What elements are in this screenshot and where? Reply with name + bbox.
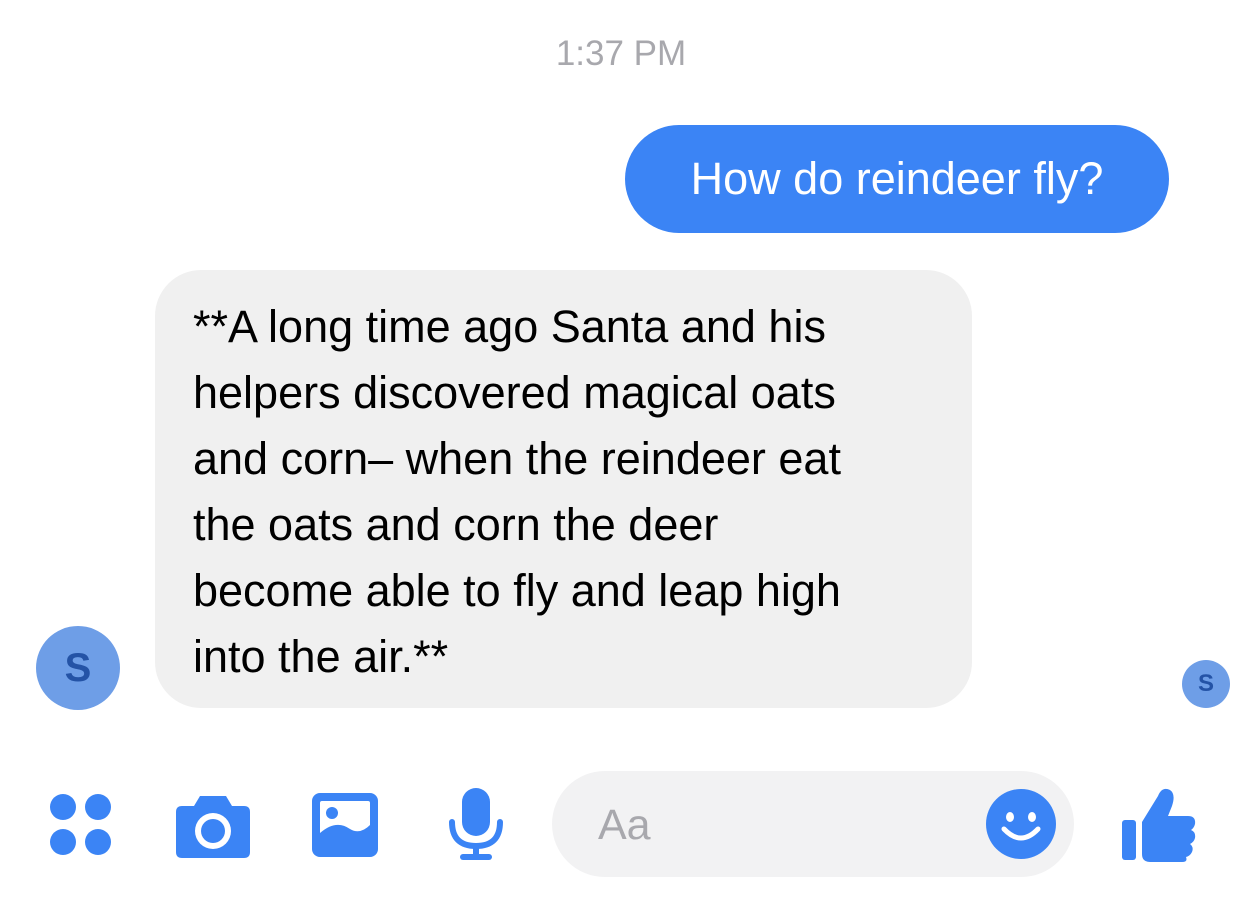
read-receipt-avatar: S	[1182, 660, 1230, 708]
message-line: into the air.**	[193, 631, 449, 682]
more-apps-icon[interactable]	[46, 790, 116, 860]
message-line: **A long time ago Santa and his	[193, 301, 826, 352]
microphone-icon[interactable]	[446, 786, 506, 862]
message-composer	[552, 771, 1074, 877]
message-timestamp: 1:37 PM	[555, 34, 687, 73]
message-line: become able to fly and leap high	[193, 565, 841, 616]
contact-avatar[interactable]: S	[36, 626, 120, 710]
received-message-bubble[interactable]: **A long time ago Santa and his helpers …	[155, 270, 972, 708]
sent-message-bubble[interactable]: How do reindeer fly?	[625, 125, 1169, 233]
message-input[interactable]	[598, 797, 958, 853]
gallery-icon[interactable]	[310, 791, 380, 859]
thumbs-up-icon[interactable]	[1120, 784, 1198, 864]
message-line: and corn– when the reindeer eat	[193, 433, 841, 484]
message-line: the oats and corn the deer	[193, 499, 719, 550]
message-line: helpers discovered magical oats	[193, 367, 836, 418]
emoji-icon[interactable]	[984, 787, 1058, 861]
camera-icon[interactable]	[174, 790, 252, 860]
messenger-chat-screen: 1:37 PM How do reindeer fly? **A long ti…	[0, 0, 1242, 903]
